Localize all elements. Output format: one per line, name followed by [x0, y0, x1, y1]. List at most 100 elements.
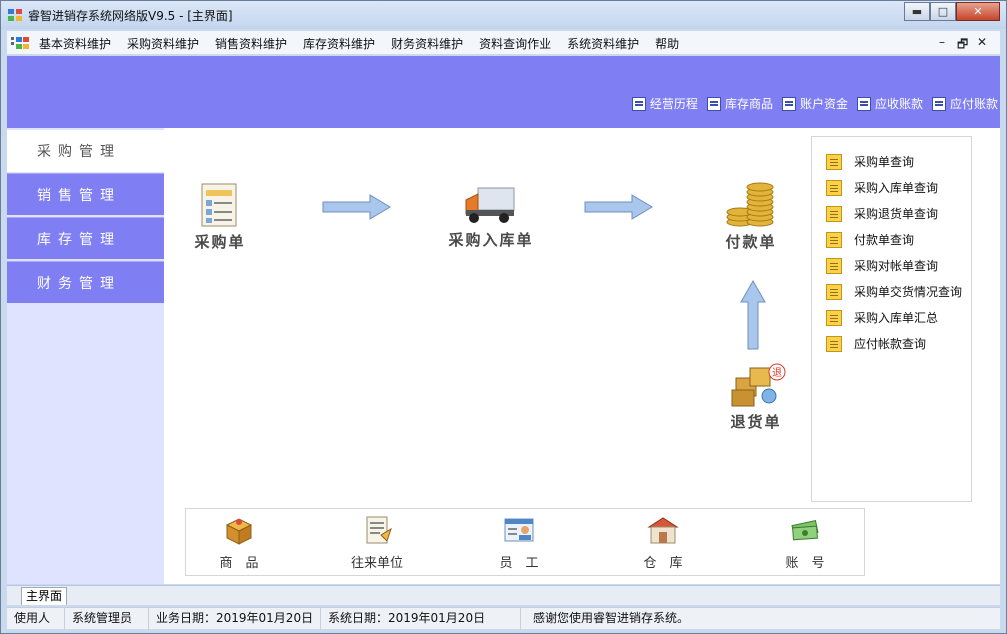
- purchase-order-icon: [201, 183, 237, 227]
- return-boxes-icon: 退: [731, 363, 786, 407]
- truck-icon: [465, 187, 515, 223]
- svg-text:退: 退: [772, 367, 782, 379]
- status-message: 感谢您使用睿智进销存系统。: [533, 611, 690, 625]
- report-icon: [856, 96, 871, 111]
- title-bar[interactable]: 睿智进销存系统网络版V9.5 - [主界面] ▬ □ ✕: [1, 1, 1006, 29]
- quicklink-inventory-goods[interactable]: 库存商品: [706, 95, 773, 112]
- quicklink-receivables[interactable]: 应收账款: [856, 95, 923, 112]
- query-payables[interactable]: 应付帐款查询: [826, 335, 926, 352]
- report-icon: [631, 96, 646, 111]
- shortcut-goods-label: 商 品: [219, 556, 259, 571]
- query-label: 采购退货单查询: [854, 207, 939, 221]
- query-label: 采购对帐单查询: [854, 259, 939, 273]
- status-system-date: 系统日期：2019年01月20日: [321, 608, 521, 630]
- document-icon: [826, 257, 842, 274]
- menu-help[interactable]: 帮助: [655, 35, 679, 52]
- close-button[interactable]: ✕: [956, 2, 1000, 21]
- shortcut-accounts-label: 账 号: [785, 556, 825, 571]
- flow-purchase-order-label: 采购单: [194, 233, 246, 251]
- menu-app-icon: [11, 37, 29, 49]
- quicklink-business-history[interactable]: 经营历程: [631, 95, 698, 112]
- shortcut-panel: 商 品 往来单位 员 工 仓 库 账 号: [185, 508, 865, 576]
- menu-basic-data[interactable]: 基本资料维护: [39, 35, 111, 52]
- menu-system-data[interactable]: 系统资料维护: [567, 35, 639, 52]
- document-tab-strip: 主界面: [7, 585, 1000, 605]
- document-icon: [826, 231, 842, 248]
- quicklink-label: 库存商品: [724, 97, 773, 111]
- tab-main[interactable]: 主界面: [21, 587, 68, 605]
- report-icon: [931, 96, 946, 111]
- shortcut-employees[interactable]: 员 工: [474, 515, 564, 571]
- maximize-button[interactable]: □: [930, 2, 956, 21]
- shortcut-partners-label: 往来单位: [350, 556, 403, 571]
- query-label: 采购单交货情况查询: [854, 285, 963, 299]
- status-business-date: 业务日期：2019年01月20日: [149, 608, 321, 630]
- status-user-value: 系统管理员: [65, 608, 149, 630]
- nav-inventory-management[interactable]: 库存管理: [7, 217, 164, 259]
- query-payment[interactable]: 付款单查询: [826, 231, 914, 248]
- arrow-up-icon: [740, 280, 766, 350]
- menu-data-query[interactable]: 资料查询作业: [479, 35, 551, 52]
- shortcut-warehouse-label: 仓 库: [643, 556, 683, 571]
- window-title: 睿智进销存系统网络版V9.5 - [主界面]: [28, 9, 233, 23]
- flow-purchase-receipt-label: 采购入库单: [448, 231, 534, 249]
- menu-purchase-data[interactable]: 采购资料维护: [127, 35, 199, 52]
- goods-box-icon: [225, 518, 253, 545]
- flow-purchase-order[interactable]: 采购单: [188, 182, 252, 252]
- workspace: 采购单 采购入库单 付款单 退 退货单 采购单查询 采购入库单查询 采购退货单查…: [164, 128, 1000, 584]
- menu-sales-data[interactable]: 销售资料维护: [215, 35, 287, 52]
- query-receipt-summary[interactable]: 采购入库单汇总: [826, 309, 938, 326]
- shortcut-warehouse[interactable]: 仓 库: [618, 515, 708, 571]
- status-bar: 使用人 系统管理员 业务日期：2019年01月20日 系统日期：2019年01月…: [7, 607, 1000, 630]
- arrow-right-icon: [584, 194, 653, 220]
- query-delivery-status[interactable]: 采购单交货情况查询: [826, 283, 962, 300]
- quicklink-label: 应收账款: [874, 97, 923, 111]
- flow-return-label: 退货单: [730, 413, 782, 431]
- document-icon: [826, 335, 842, 352]
- query-purchase-receipt[interactable]: 采购入库单查询: [826, 179, 938, 196]
- query-purchase-return[interactable]: 采购退货单查询: [826, 205, 938, 222]
- menu-inventory-data[interactable]: 库存资料维护: [303, 35, 375, 52]
- coins-icon: [726, 182, 774, 227]
- app-icon: [8, 9, 22, 21]
- quicklink-payables[interactable]: 应付账款: [931, 95, 998, 112]
- query-purchase-order[interactable]: 采购单查询: [826, 153, 914, 170]
- document-icon: [826, 283, 842, 300]
- shortcut-goods[interactable]: 商 品: [194, 515, 284, 571]
- shortcut-employees-label: 员 工: [499, 556, 539, 571]
- warehouse-icon: [647, 517, 679, 544]
- nav-finance-management[interactable]: 财务管理: [7, 261, 164, 303]
- minimize-button[interactable]: ▬: [904, 2, 930, 21]
- employee-card-icon: [504, 518, 534, 542]
- query-label: 应付帐款查询: [854, 337, 927, 351]
- menu-finance-data[interactable]: 财务资料维护: [391, 35, 463, 52]
- quicklink-label: 经营历程: [649, 97, 698, 111]
- report-icon: [781, 96, 796, 111]
- report-icon: [706, 96, 721, 111]
- nav-sales-management[interactable]: 销售管理: [7, 173, 164, 215]
- mdi-minimize-button[interactable]: –: [939, 35, 945, 49]
- query-label: 采购单查询: [854, 155, 915, 169]
- shortcut-accounts[interactable]: 账 号: [760, 515, 850, 571]
- query-purchase-statement[interactable]: 采购对帐单查询: [826, 257, 938, 274]
- shortcut-partners[interactable]: 往来单位: [332, 515, 422, 571]
- mdi-restore-button[interactable]: 🗗: [957, 35, 968, 56]
- document-icon: [826, 309, 842, 326]
- quicklink-account-funds[interactable]: 账户资金: [781, 95, 848, 112]
- query-label: 采购入库单查询: [854, 181, 939, 195]
- partner-document-icon: [366, 516, 392, 544]
- flow-purchase-receipt[interactable]: 采购入库单: [446, 182, 536, 250]
- nav-purchase-management[interactable]: 采购管理: [7, 130, 164, 172]
- flow-payment-label: 付款单: [725, 233, 777, 251]
- document-icon: [826, 179, 842, 196]
- mdi-close-button[interactable]: ✕: [977, 35, 987, 49]
- status-user-label: 使用人: [7, 608, 65, 630]
- flow-return[interactable]: 退 退货单: [720, 362, 792, 432]
- header-banner: 经营历程 库存商品 账户资金 应收账款 应付账款: [7, 56, 1000, 128]
- menu-bar: 基本资料维护 采购资料维护 销售资料维护 库存资料维护 财务资料维护 资料查询作…: [7, 31, 1000, 55]
- flow-payment[interactable]: 付款单: [716, 178, 786, 252]
- quicklink-label: 应付账款: [949, 97, 998, 111]
- arrow-right-icon: [322, 194, 391, 220]
- document-icon: [826, 205, 842, 222]
- query-label: 采购入库单汇总: [854, 311, 939, 325]
